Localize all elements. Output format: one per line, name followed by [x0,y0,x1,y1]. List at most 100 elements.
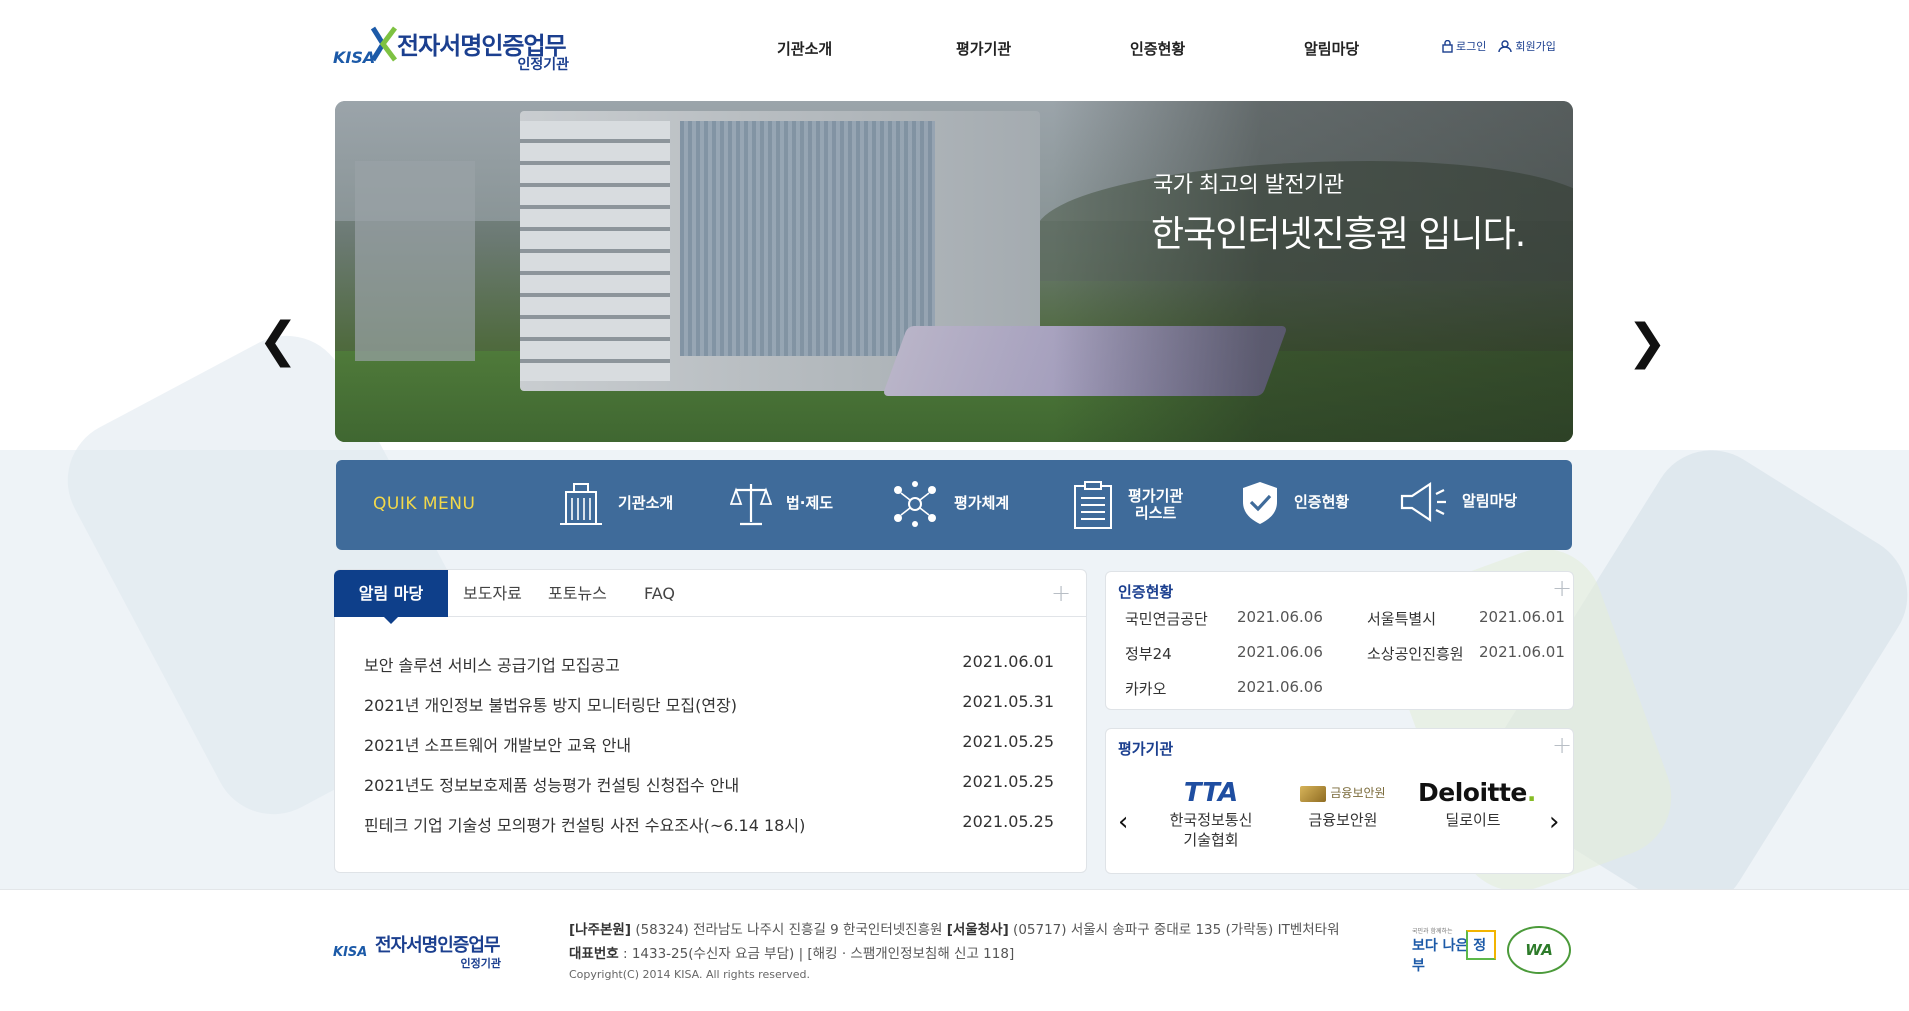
phone-label: 대표번호 [569,946,619,962]
notice-date: 2021.05.25 [962,732,1054,751]
login-link[interactable]: 로그인 [1442,38,1486,54]
site-footer: KISA 전자서명인증업무 인정기관 [나주본원] (58324) 전라남도 나… [0,889,1909,1011]
nav-item-cert-status[interactable]: 인증현황 [1130,38,1185,59]
nav-item-notice[interactable]: 알림마당 [1304,38,1359,59]
notice-tabs: 알림 마당 보도자료 포토뉴스 FAQ + [334,570,1086,624]
gov-badge[interactable]: 국민과 함께하는 보다 나은 정부 [1412,926,1496,974]
notice-date: 2021.05.31 [962,692,1054,711]
cert-date: 2021.06.01 [1479,608,1565,626]
cert-more-button[interactable]: + [1552,576,1572,600]
notice-date: 2021.05.25 [962,772,1054,791]
megaphone-icon [1400,481,1446,523]
tab-press[interactable]: 보도자료 [463,570,522,617]
list-item[interactable]: 2021년 소프트웨어 개발보안 교육 안내 2021.05.25 [364,732,1054,772]
utility-links: 로그인 회원가입 [1442,38,1556,54]
notice-date: 2021.05.25 [962,812,1054,831]
cert-date: 2021.06.01 [1479,643,1565,661]
footer-logo-brand: KISA [333,945,368,960]
list-item[interactable]: 2021년도 정보보호제품 성능평가 컨설팅 신청접수 안내 2021.05.2… [364,772,1054,812]
notice-title: 핀테크 기업 기술성 모의평가 컨설팅 사전 수요조사(~6.14 18시) [364,816,806,835]
cert-org: 소상공인진흥원 [1367,645,1464,663]
shield-check-icon [1243,482,1277,524]
lock-icon [1442,39,1453,53]
evaluators-more-button[interactable]: + [1552,733,1572,757]
scale-icon [730,484,772,526]
site-logo[interactable]: KISA 전자서명인증업무 인정기관 [333,24,573,74]
evaluator-tta[interactable]: TTA 한국정보통신 기술협회 [1156,775,1266,850]
footer-logo-title: 전자서명인증업무 [375,935,500,956]
quick-item-about[interactable]: 기관소개 [558,480,673,528]
cert-date: 2021.06.06 [1237,678,1323,696]
evaluator-fsi[interactable]: 금융보안원 금융보안원 [1288,775,1398,831]
notice-board: 알림 마당 보도자료 포토뉴스 FAQ + 보안 솔루션 서비스 공급기업 모집… [334,569,1087,873]
cert-org: 정부24 [1125,645,1172,663]
evaluator-deloitte[interactable]: Deloitte. 딜로이트 [1418,775,1536,831]
notice-title: 2021년 소프트웨어 개발보안 교육 안내 [364,736,632,755]
list-item[interactable]: 보안 솔루션 서비스 공급기업 모집공고 2021.06.01 [364,652,1054,692]
gov-badge-mark [1466,930,1496,960]
network-icon [894,481,936,527]
logo-subtitle: 인정기관 [517,57,569,73]
evaluators-box: 평가기관 + ‹ TTA 한국정보통신 기술협회 금융보안원 금융보안원 Del… [1105,728,1574,874]
copyright: Copyright(C) 2014 KISA. All rights reser… [569,968,811,981]
notice-title: 2021년 개인정보 불법유통 방지 모니터링단 모집(연장) [364,696,738,715]
list-item[interactable]: 핀테크 기업 기술성 모의평가 컨설팅 사전 수요조사(~6.14 18시) 2… [364,812,1054,852]
banner-building-side [355,161,475,361]
banner-building-facade [520,121,670,381]
notice-title: 보안 솔루션 서비스 공급기업 모집공고 [364,656,620,675]
cert-org: 서울특별시 [1367,610,1437,628]
quick-item-law[interactable]: 법·제도 [730,480,833,528]
building-icon [560,483,602,525]
fsi-logo-text: 금융보안원 [1330,786,1386,800]
list-item[interactable]: 2021년 개인정보 불법유통 방지 모니터링단 모집(연장) 2021.05.… [364,692,1054,732]
quick-item-notice[interactable]: 알림마당 [1398,480,1517,524]
banner-line-2: 한국인터넷진흥원 입니다. [1151,214,1526,255]
footer-logo[interactable]: KISA 전자서명인증업무 인정기관 [333,931,513,971]
quick-item-system[interactable]: 평가체계 [890,480,1009,528]
quick-item-label: 법·제도 [786,494,834,513]
join-label: 회원가입 [1515,40,1556,53]
footer-logo-subtitle: 인정기관 [460,957,501,970]
quick-item-label: 평가체계 [954,494,1010,513]
hq-label: [나주본원] [569,922,632,938]
deloitte-logo-text: Deloitte [1418,778,1527,807]
evaluator-name: 딜로이트 [1445,811,1501,829]
board-more-button[interactable]: + [1051,581,1071,605]
quick-item-eval-list[interactable]: 평가기관 리스트 [1072,480,1183,530]
notice-list: 보안 솔루션 서비스 공급기업 모집공고 2021.06.01 2021년 개인… [364,652,1054,852]
web-accessibility-badge[interactable]: WA [1507,926,1571,974]
nav-item-evaluators[interactable]: 평가기관 [956,38,1011,59]
tab-notice[interactable]: 알림 마당 [334,570,448,624]
seoul-address: (05717) 서울시 송파구 중대로 135 (가락동) IT벤처타워 [1013,922,1340,938]
cert-date: 2021.06.06 [1237,643,1323,661]
cert-date: 2021.06.06 [1237,608,1323,626]
evaluators-prev-button[interactable]: ‹ [1118,809,1128,835]
join-link[interactable]: 회원가입 [1498,38,1556,54]
site-header: KISA 전자서명인증업무 인정기관 기관소개 평가기관 인증현황 알림마당 로… [0,0,1909,100]
notice-title: 2021년도 정보보호제품 성능평가 컨설팅 신청접수 안내 [364,776,740,795]
banner-line-1: 국가 최고의 발전기관 [1153,173,1344,198]
clipboard-list-icon [1074,481,1112,529]
deloitte-logo: Deloitte. [1418,778,1536,807]
cert-org: 국민연금공단 [1125,610,1208,628]
quick-menu-title: QUIK MENU [373,494,476,514]
evaluator-name: 한국정보통신 기술협회 [1169,811,1253,849]
tab-photo-news[interactable]: 포토뉴스 [548,570,607,617]
tta-logo: TTA [1183,778,1239,808]
nav-item-about[interactable]: 기관소개 [777,38,832,59]
cert-status-box: 인증현황 + 국민연금공단 2021.06.06 서울특별시 2021.06.0… [1105,571,1574,710]
banner-prev-button[interactable]: ❮ [258,316,298,364]
fsi-logo: 금융보안원 [1288,775,1398,811]
tab-faq[interactable]: FAQ [644,570,675,617]
evaluators-title: 평가기관 [1118,740,1174,758]
cert-org: 카카오 [1125,680,1167,698]
main-banner: 국가 최고의 발전기관 한국인터넷진흥원 입니다. [335,101,1573,442]
logo-mark-icon [370,26,397,62]
quick-item-cert-status[interactable]: 인증현황 [1240,480,1349,526]
banner-next-button[interactable]: ❯ [1627,318,1667,366]
hq-address: (58324) 전라남도 나주시 진흥길 9 한국인터넷진흥원 [635,922,943,938]
quick-menu: QUIK MENU 기관소개 법·제도 평가체계 평가기관 리스트 인증현황 알… [336,460,1572,550]
banner-building-glass [680,121,935,356]
evaluators-next-button[interactable]: › [1549,809,1559,835]
cert-status-title: 인증현황 [1118,583,1174,601]
